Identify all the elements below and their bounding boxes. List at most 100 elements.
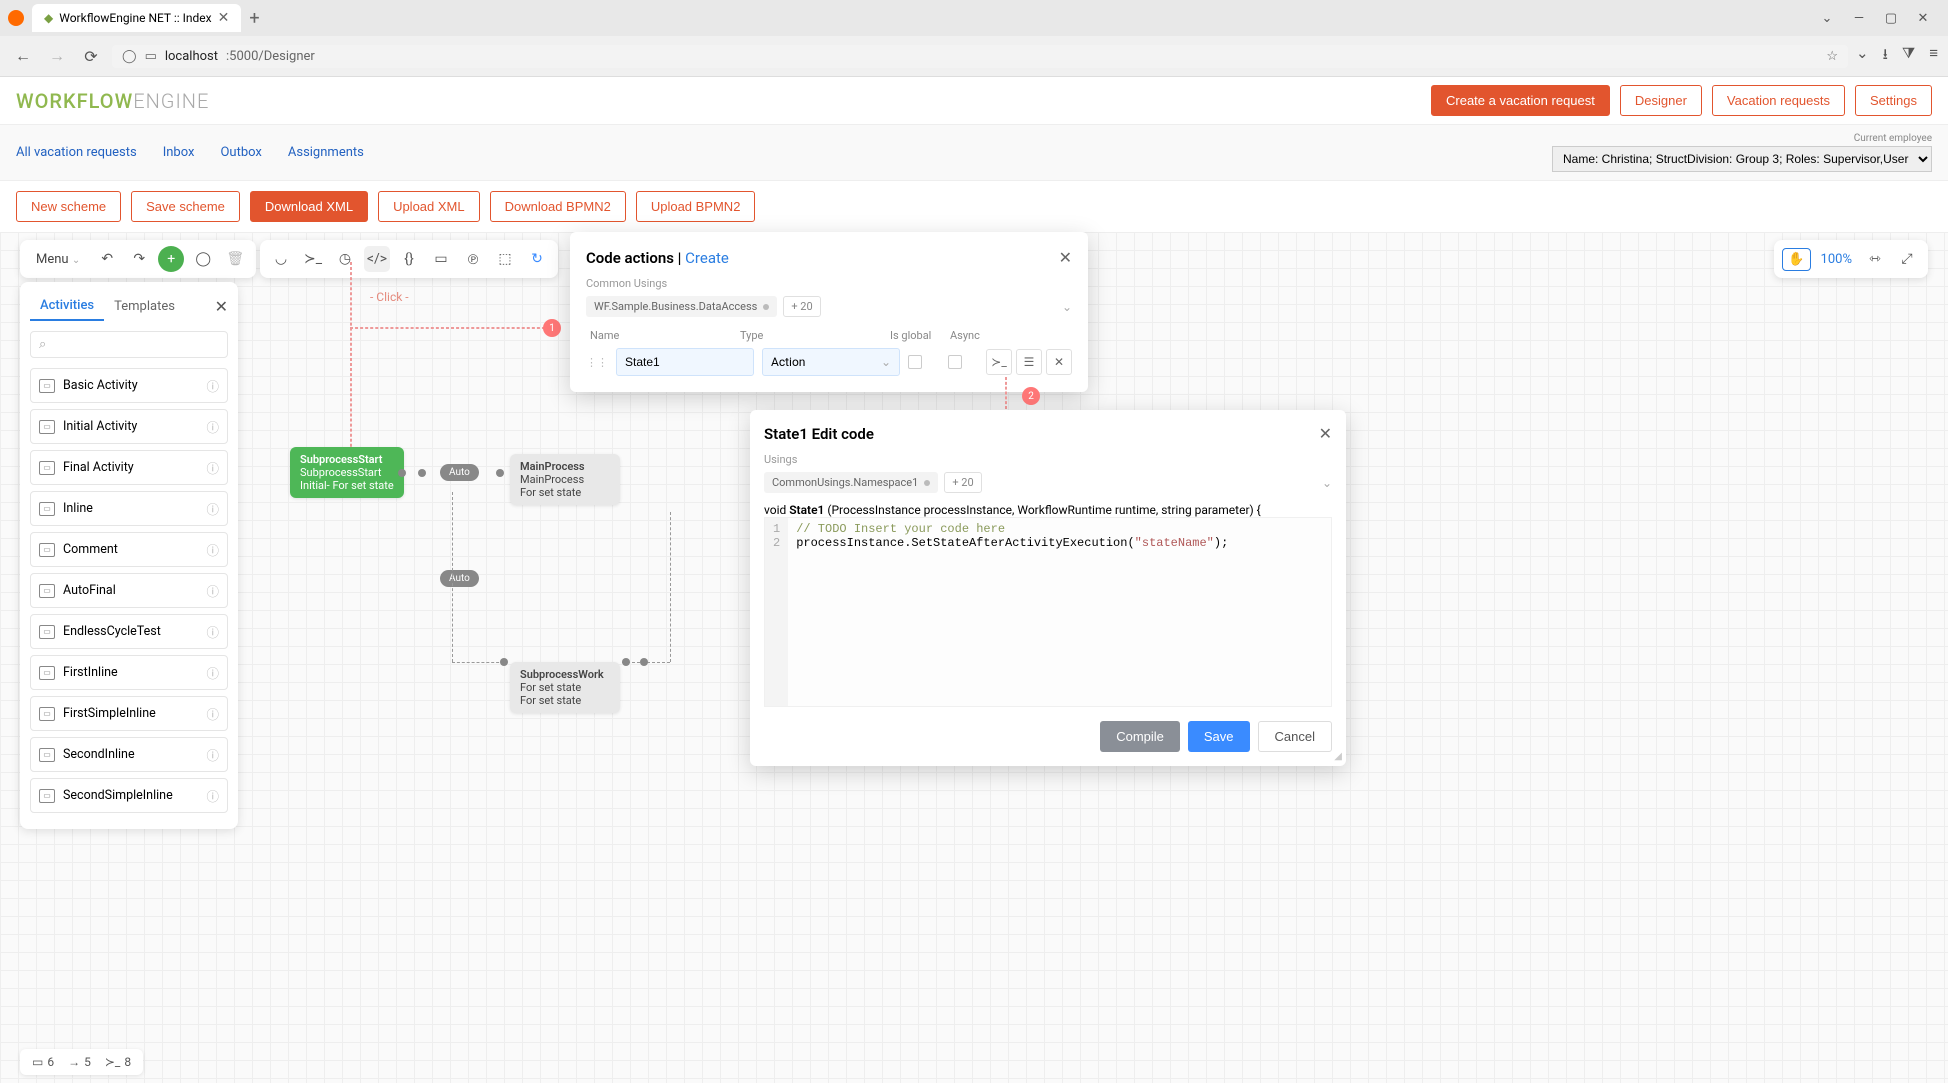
braces-icon[interactable]: {} xyxy=(396,246,422,272)
vacation-requests-button[interactable]: Vacation requests xyxy=(1712,85,1845,116)
pan-icon[interactable]: ✋ xyxy=(1782,248,1810,271)
forward-icon[interactable]: → xyxy=(44,46,70,66)
address-bar[interactable]: ◯ ▭ localhost:5000/Designer ☆ xyxy=(112,45,1848,68)
download-xml-button[interactable]: Download XML xyxy=(250,191,368,222)
info-icon[interactable]: ⓘ xyxy=(206,417,219,436)
activity-item[interactable]: ▭FirstInlineⓘ xyxy=(30,655,228,690)
type-select[interactable]: Action⌄ xyxy=(762,348,900,376)
redo-icon[interactable]: ↷ xyxy=(126,246,152,272)
delete-row-icon[interactable]: ✕ xyxy=(1046,349,1072,375)
chevron-down-icon[interactable]: ⌄ xyxy=(1062,300,1072,314)
activity-item[interactable]: ▭Final Activityⓘ xyxy=(30,450,228,485)
fullscreen-icon[interactable]: ⤢ xyxy=(1894,246,1920,272)
save-scheme-button[interactable]: Save scheme xyxy=(131,191,240,222)
nav-all[interactable]: All vacation requests xyxy=(16,145,137,160)
node-subprocess-start[interactable]: SubprocessStart SubprocessStart Initial-… xyxy=(290,447,404,498)
info-icon[interactable]: ⓘ xyxy=(206,704,219,723)
activity-item[interactable]: ▭SecondInlineⓘ xyxy=(30,737,228,772)
maximize-icon[interactable]: ▢ xyxy=(1884,11,1898,26)
zoom-level[interactable]: 100% xyxy=(1817,252,1856,267)
nav-inbox[interactable]: Inbox xyxy=(163,145,195,160)
tab-templates[interactable]: Templates xyxy=(104,293,185,320)
info-icon[interactable]: ⓘ xyxy=(206,745,219,764)
activity-item[interactable]: ▭Basic Activityⓘ xyxy=(30,368,228,403)
edit-code-icon[interactable]: ≻_ xyxy=(986,349,1012,375)
extensions-icon[interactable]: ⧩ xyxy=(1902,44,1915,69)
info-icon[interactable]: ⓘ xyxy=(206,540,219,559)
activity-item[interactable]: ▭Inlineⓘ xyxy=(30,491,228,526)
upload-bpmn-button[interactable]: Upload BPMN2 xyxy=(636,191,756,222)
delete-icon[interactable]: 🗑 xyxy=(222,246,248,272)
global-checkbox[interactable] xyxy=(908,355,922,369)
node-main-process[interactable]: MainProcess MainProcess For set state xyxy=(510,454,620,505)
node-subprocess-work[interactable]: SubprocessWork For set state For set sta… xyxy=(510,662,620,713)
cancel-button[interactable]: Cancel xyxy=(1258,721,1332,752)
info-icon[interactable]: ⓘ xyxy=(206,581,219,600)
close-icon[interactable]: ✕ xyxy=(215,297,228,316)
close-icon[interactable]: ✕ xyxy=(218,10,230,26)
async-checkbox[interactable] xyxy=(948,355,962,369)
chevron-down-icon[interactable]: ⌄ xyxy=(1322,476,1332,490)
grip-icon[interactable]: ⋮⋮ xyxy=(586,356,608,369)
code-icon[interactable]: </> xyxy=(364,246,390,272)
globe-icon[interactable]: ℗ xyxy=(460,246,486,272)
terminal-icon[interactable]: ≻_ xyxy=(300,246,326,272)
usings-more[interactable]: + 20 xyxy=(944,472,981,493)
settings-button[interactable]: Settings xyxy=(1855,85,1932,116)
info-icon[interactable]: ⓘ xyxy=(206,458,219,477)
nav-outbox[interactable]: Outbox xyxy=(220,145,261,160)
info-icon[interactable]: ⓘ xyxy=(206,499,219,518)
resize-handle-icon[interactable]: ◢ xyxy=(1334,751,1342,762)
info-icon[interactable]: ⓘ xyxy=(206,376,219,395)
activity-item[interactable]: ▭Initial Activityⓘ xyxy=(30,409,228,444)
create-vacation-button[interactable]: Create a vacation request xyxy=(1431,85,1610,116)
activity-item[interactable]: ▭AutoFinalⓘ xyxy=(30,573,228,608)
settings-row-icon[interactable]: ☰ xyxy=(1016,349,1042,375)
employee-select[interactable]: Name: Christina; StructDivision: Group 3… xyxy=(1552,146,1932,172)
save-button[interactable]: Save xyxy=(1188,721,1250,752)
activity-item[interactable]: ▭Commentⓘ xyxy=(30,532,228,567)
menu-dropdown[interactable]: Menu ⌄ xyxy=(28,248,88,271)
reload-icon[interactable]: ⟳ xyxy=(78,47,104,66)
name-input[interactable] xyxy=(616,348,754,376)
info-icon[interactable]: ⓘ xyxy=(206,786,219,805)
create-link[interactable]: Create xyxy=(685,249,729,267)
activity-item[interactable]: ▭EndlessCycleTestⓘ xyxy=(30,614,228,649)
toggle-icon[interactable]: ◯ xyxy=(190,246,216,272)
code-editor[interactable]: 12 // TODO Insert your code here process… xyxy=(764,517,1332,707)
usings-tag[interactable]: WF.Sample.Business.DataAccess xyxy=(586,296,777,317)
designer-button[interactable]: Designer xyxy=(1620,85,1702,116)
bookmark-icon[interactable]: ☆ xyxy=(1826,49,1838,64)
tab-activities[interactable]: Activities xyxy=(30,292,104,321)
info-icon[interactable]: ⓘ xyxy=(206,622,219,641)
activity-item[interactable]: ▭FirstSimpleInlineⓘ xyxy=(30,696,228,731)
activity-item[interactable]: ▭SecondSimpleInlineⓘ xyxy=(30,778,228,813)
screen-icon[interactable]: ▭ xyxy=(428,246,454,272)
clock-icon[interactable]: ◷ xyxy=(332,246,358,272)
fit-icon[interactable]: ⇿ xyxy=(1862,246,1888,272)
upload-xml-button[interactable]: Upload XML xyxy=(378,191,480,222)
back-icon[interactable]: ← xyxy=(10,46,36,66)
search-input[interactable]: ⌕ xyxy=(30,331,228,358)
compile-button[interactable]: Compile xyxy=(1100,721,1180,752)
info-icon[interactable]: ⓘ xyxy=(206,663,219,682)
add-icon[interactable]: + xyxy=(158,246,184,272)
select-icon[interactable]: ⬚ xyxy=(492,246,518,272)
history-icon[interactable]: ↻ xyxy=(524,246,550,272)
new-scheme-button[interactable]: New scheme xyxy=(16,191,121,222)
usings-more[interactable]: + 20 xyxy=(783,296,820,317)
download-bpmn-button[interactable]: Download BPMN2 xyxy=(490,191,626,222)
undo-icon[interactable]: ↶ xyxy=(94,246,120,272)
pocket-icon[interactable]: ⌄ xyxy=(1856,44,1869,69)
new-tab-button[interactable]: + xyxy=(249,8,259,29)
close-icon[interactable]: ✕ xyxy=(1059,248,1072,267)
usings-tag[interactable]: CommonUsings.Namespace1 xyxy=(764,472,938,493)
close-icon[interactable]: ✕ xyxy=(1319,424,1332,443)
close-window-icon[interactable]: ✕ xyxy=(1916,11,1930,26)
browser-tab[interactable]: ◆ WorkflowEngine NET :: Index ✕ xyxy=(32,4,241,32)
user-icon[interactable]: ◡ xyxy=(268,246,294,272)
nav-assignments[interactable]: Assignments xyxy=(288,145,364,160)
minimize-icon[interactable]: — xyxy=(1852,11,1866,26)
canvas[interactable]: Menu ⌄ ↶ ↷ + ◯ 🗑 ◡ ≻_ ◷ </> {} ▭ ℗ ⬚ ↻ ✋… xyxy=(0,232,1948,1083)
chevron-down-icon[interactable]: ⌄ xyxy=(1820,11,1834,26)
